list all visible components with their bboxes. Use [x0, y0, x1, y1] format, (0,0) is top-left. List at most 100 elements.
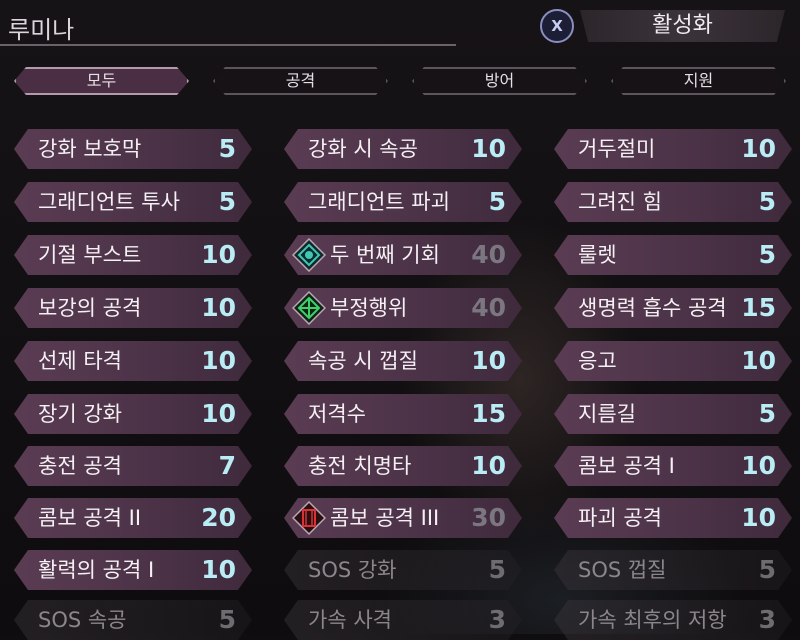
skill-tile[interactable]: SOS 껍질 5 — [554, 550, 792, 590]
skill-tile[interactable]: 선제 타격 10 — [14, 341, 252, 381]
skill-cost: 5 — [218, 187, 236, 216]
red-diamond-icon — [292, 501, 326, 535]
skill-cost: 15 — [741, 293, 776, 322]
skill-tile[interactable]: 활력의 공격 I 10 — [14, 550, 252, 590]
skill-name: 충전 공격 — [38, 454, 122, 478]
skill-name: 파괴 공격 — [578, 506, 662, 530]
activate-button[interactable]: 활성화 — [580, 10, 785, 42]
skill-name: 콤보 공격 III — [330, 506, 440, 530]
title-underline — [0, 44, 456, 46]
skill-name: 기절 부스트 — [38, 243, 142, 267]
skill-name: 거두절미 — [578, 137, 656, 161]
skill-name: 강화 보호막 — [38, 137, 142, 161]
skill-tile[interactable]: 그래디언트 투사 5 — [14, 182, 252, 222]
skill-name: 충전 치명타 — [308, 454, 412, 478]
skill-cost: 3 — [488, 605, 506, 634]
skill-tile[interactable]: 그려진 힘 5 — [554, 182, 792, 222]
skill-tile[interactable]: 저격수 15 — [284, 394, 522, 434]
skill-tile[interactable]: 가속 사격 3 — [284, 600, 522, 640]
skill-name: 가속 사격 — [308, 608, 392, 632]
skill-name: 생명력 흡수 공격 — [578, 296, 727, 320]
skill-cost: 5 — [488, 555, 506, 584]
skill-cost: 10 — [201, 555, 236, 584]
skill-tile[interactable]: 장기 강화 10 — [14, 394, 252, 434]
skill-cost: 10 — [741, 451, 776, 480]
skill-tile[interactable]: 가속 최후의 저항 3 — [554, 600, 792, 640]
skill-cost: 5 — [488, 187, 506, 216]
skill-name: 활력의 공격 I — [38, 558, 155, 582]
skill-name: SOS 껍질 — [578, 558, 667, 582]
filter-tab-support[interactable]: 지원 — [611, 67, 786, 95]
skill-tile[interactable]: 콤보 공격 III 30 — [284, 498, 522, 538]
skill-name: SOS 강화 — [308, 558, 397, 582]
skill-name: 응고 — [578, 349, 617, 373]
skill-name: 그래디언트 파괴 — [308, 190, 450, 214]
skill-cost: 10 — [471, 451, 506, 480]
green-diamond-icon — [292, 291, 326, 325]
skill-cost: 40 — [471, 240, 506, 269]
skill-tile[interactable]: 충전 공격 7 — [14, 446, 252, 486]
skill-cost: 20 — [201, 503, 236, 532]
skill-cost: 30 — [471, 503, 506, 532]
skill-cost: 10 — [201, 293, 236, 322]
skill-cost: 10 — [741, 503, 776, 532]
skill-tile[interactable]: 기절 부스트 10 — [14, 235, 252, 275]
skill-tile[interactable]: 지름길 5 — [554, 394, 792, 434]
skill-cost: 40 — [471, 293, 506, 322]
skill-tile[interactable]: 룰렛 5 — [554, 235, 792, 275]
skill-tile[interactable]: 속공 시 껍질 10 — [284, 341, 522, 381]
skill-tile[interactable]: 파괴 공격 10 — [554, 498, 792, 538]
skill-name: 그래디언트 투사 — [38, 190, 180, 214]
skill-tile[interactable]: 콤보 공격 II 20 — [14, 498, 252, 538]
skill-cost: 10 — [471, 346, 506, 375]
skill-cost: 10 — [201, 399, 236, 428]
skill-name: 강화 시 속공 — [308, 137, 418, 161]
filter-tab-attack[interactable]: 공격 — [213, 67, 388, 95]
page-title: 루미나 — [8, 16, 75, 44]
skill-cost: 5 — [758, 555, 776, 584]
teal-diamond-icon — [292, 238, 326, 272]
skill-cost: 10 — [201, 346, 236, 375]
skill-name: 그려진 힘 — [578, 190, 662, 214]
skill-tile[interactable]: 두 번째 기회 40 — [284, 235, 522, 275]
skill-name: SOS 속공 — [38, 608, 127, 632]
skill-name: 부정행위 — [330, 296, 408, 320]
skill-name: 선제 타격 — [38, 349, 122, 373]
skill-cost: 10 — [201, 240, 236, 269]
skill-tile[interactable]: 콤보 공격 I 10 — [554, 446, 792, 486]
skill-name: 콤보 공격 I — [578, 454, 675, 478]
x-button-icon[interactable]: X — [540, 9, 574, 43]
skill-cost: 5 — [758, 187, 776, 216]
skill-cost: 5 — [218, 134, 236, 163]
skill-tile[interactable]: 강화 시 속공 10 — [284, 129, 522, 169]
skill-tile[interactable]: SOS 속공 5 — [14, 600, 252, 640]
skill-name: 콤보 공격 II — [38, 506, 142, 530]
skill-name: 지름길 — [578, 402, 636, 426]
skill-name: 보강의 공격 — [38, 296, 142, 320]
filter-tab-defense[interactable]: 방어 — [412, 67, 587, 95]
skill-tile[interactable]: 응고 10 — [554, 341, 792, 381]
skill-name: 저격수 — [308, 402, 366, 426]
skill-cost: 5 — [218, 605, 236, 634]
skill-tile[interactable]: 강화 보호막 5 — [14, 129, 252, 169]
skill-cost: 5 — [758, 240, 776, 269]
skill-name: 룰렛 — [578, 243, 617, 267]
skill-cost: 7 — [218, 451, 236, 480]
skill-tile[interactable]: 거두절미 10 — [554, 129, 792, 169]
skill-tile[interactable]: 생명력 흡수 공격 15 — [554, 288, 792, 328]
skill-cost: 3 — [758, 605, 776, 634]
filter-tab-all[interactable]: 모두 — [14, 67, 189, 95]
skill-tile[interactable]: 그래디언트 파괴 5 — [284, 182, 522, 222]
skill-cost: 10 — [741, 346, 776, 375]
skill-name: 속공 시 껍질 — [308, 349, 418, 373]
skill-tile[interactable]: 보강의 공격 10 — [14, 288, 252, 328]
skill-tile[interactable]: 충전 치명타 10 — [284, 446, 522, 486]
skill-tile[interactable]: SOS 강화 5 — [284, 550, 522, 590]
skill-tile[interactable]: 부정행위 40 — [284, 288, 522, 328]
skill-name: 장기 강화 — [38, 402, 122, 426]
skill-cost: 10 — [741, 134, 776, 163]
skill-cost: 10 — [471, 134, 506, 163]
skill-name: 가속 최후의 저항 — [578, 608, 727, 632]
skill-cost: 15 — [471, 399, 506, 428]
skill-cost: 5 — [758, 399, 776, 428]
